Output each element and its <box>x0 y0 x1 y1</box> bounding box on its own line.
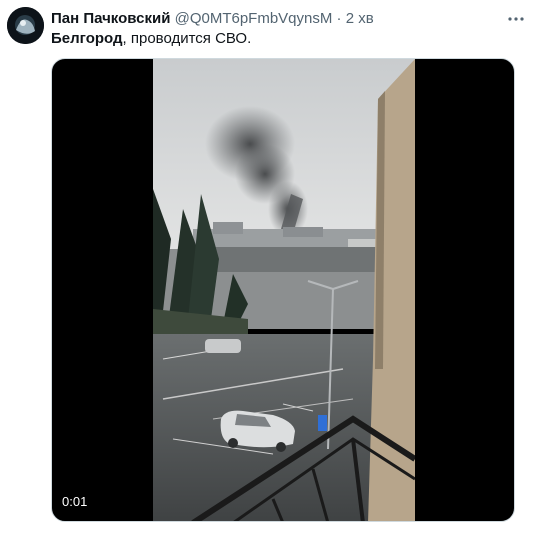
tweet-hashtag-city: Белгород <box>51 30 123 47</box>
video-player[interactable]: 0:01 <box>51 58 515 522</box>
video-timestamp: 0:01 <box>62 494 88 509</box>
tweet-header: Пан Пачковский @Q0MT6pFmbVqynsM · 2 хв <box>51 10 512 28</box>
video-frame[interactable] <box>153 59 415 521</box>
tweet-text: Белгород, проводится СВО. <box>51 30 251 48</box>
more-dots-icon[interactable] <box>506 12 526 26</box>
avatar[interactable] <box>7 7 44 44</box>
author-handle[interactable]: @Q0MT6pFmbVqynsM <box>175 10 333 27</box>
tweet-text-rest: , проводится СВО. <box>122 30 252 47</box>
tweet-time[interactable]: 2 хв <box>346 10 374 27</box>
author-name[interactable]: Пан Пачковский <box>51 10 170 27</box>
separator: · <box>336 10 342 27</box>
